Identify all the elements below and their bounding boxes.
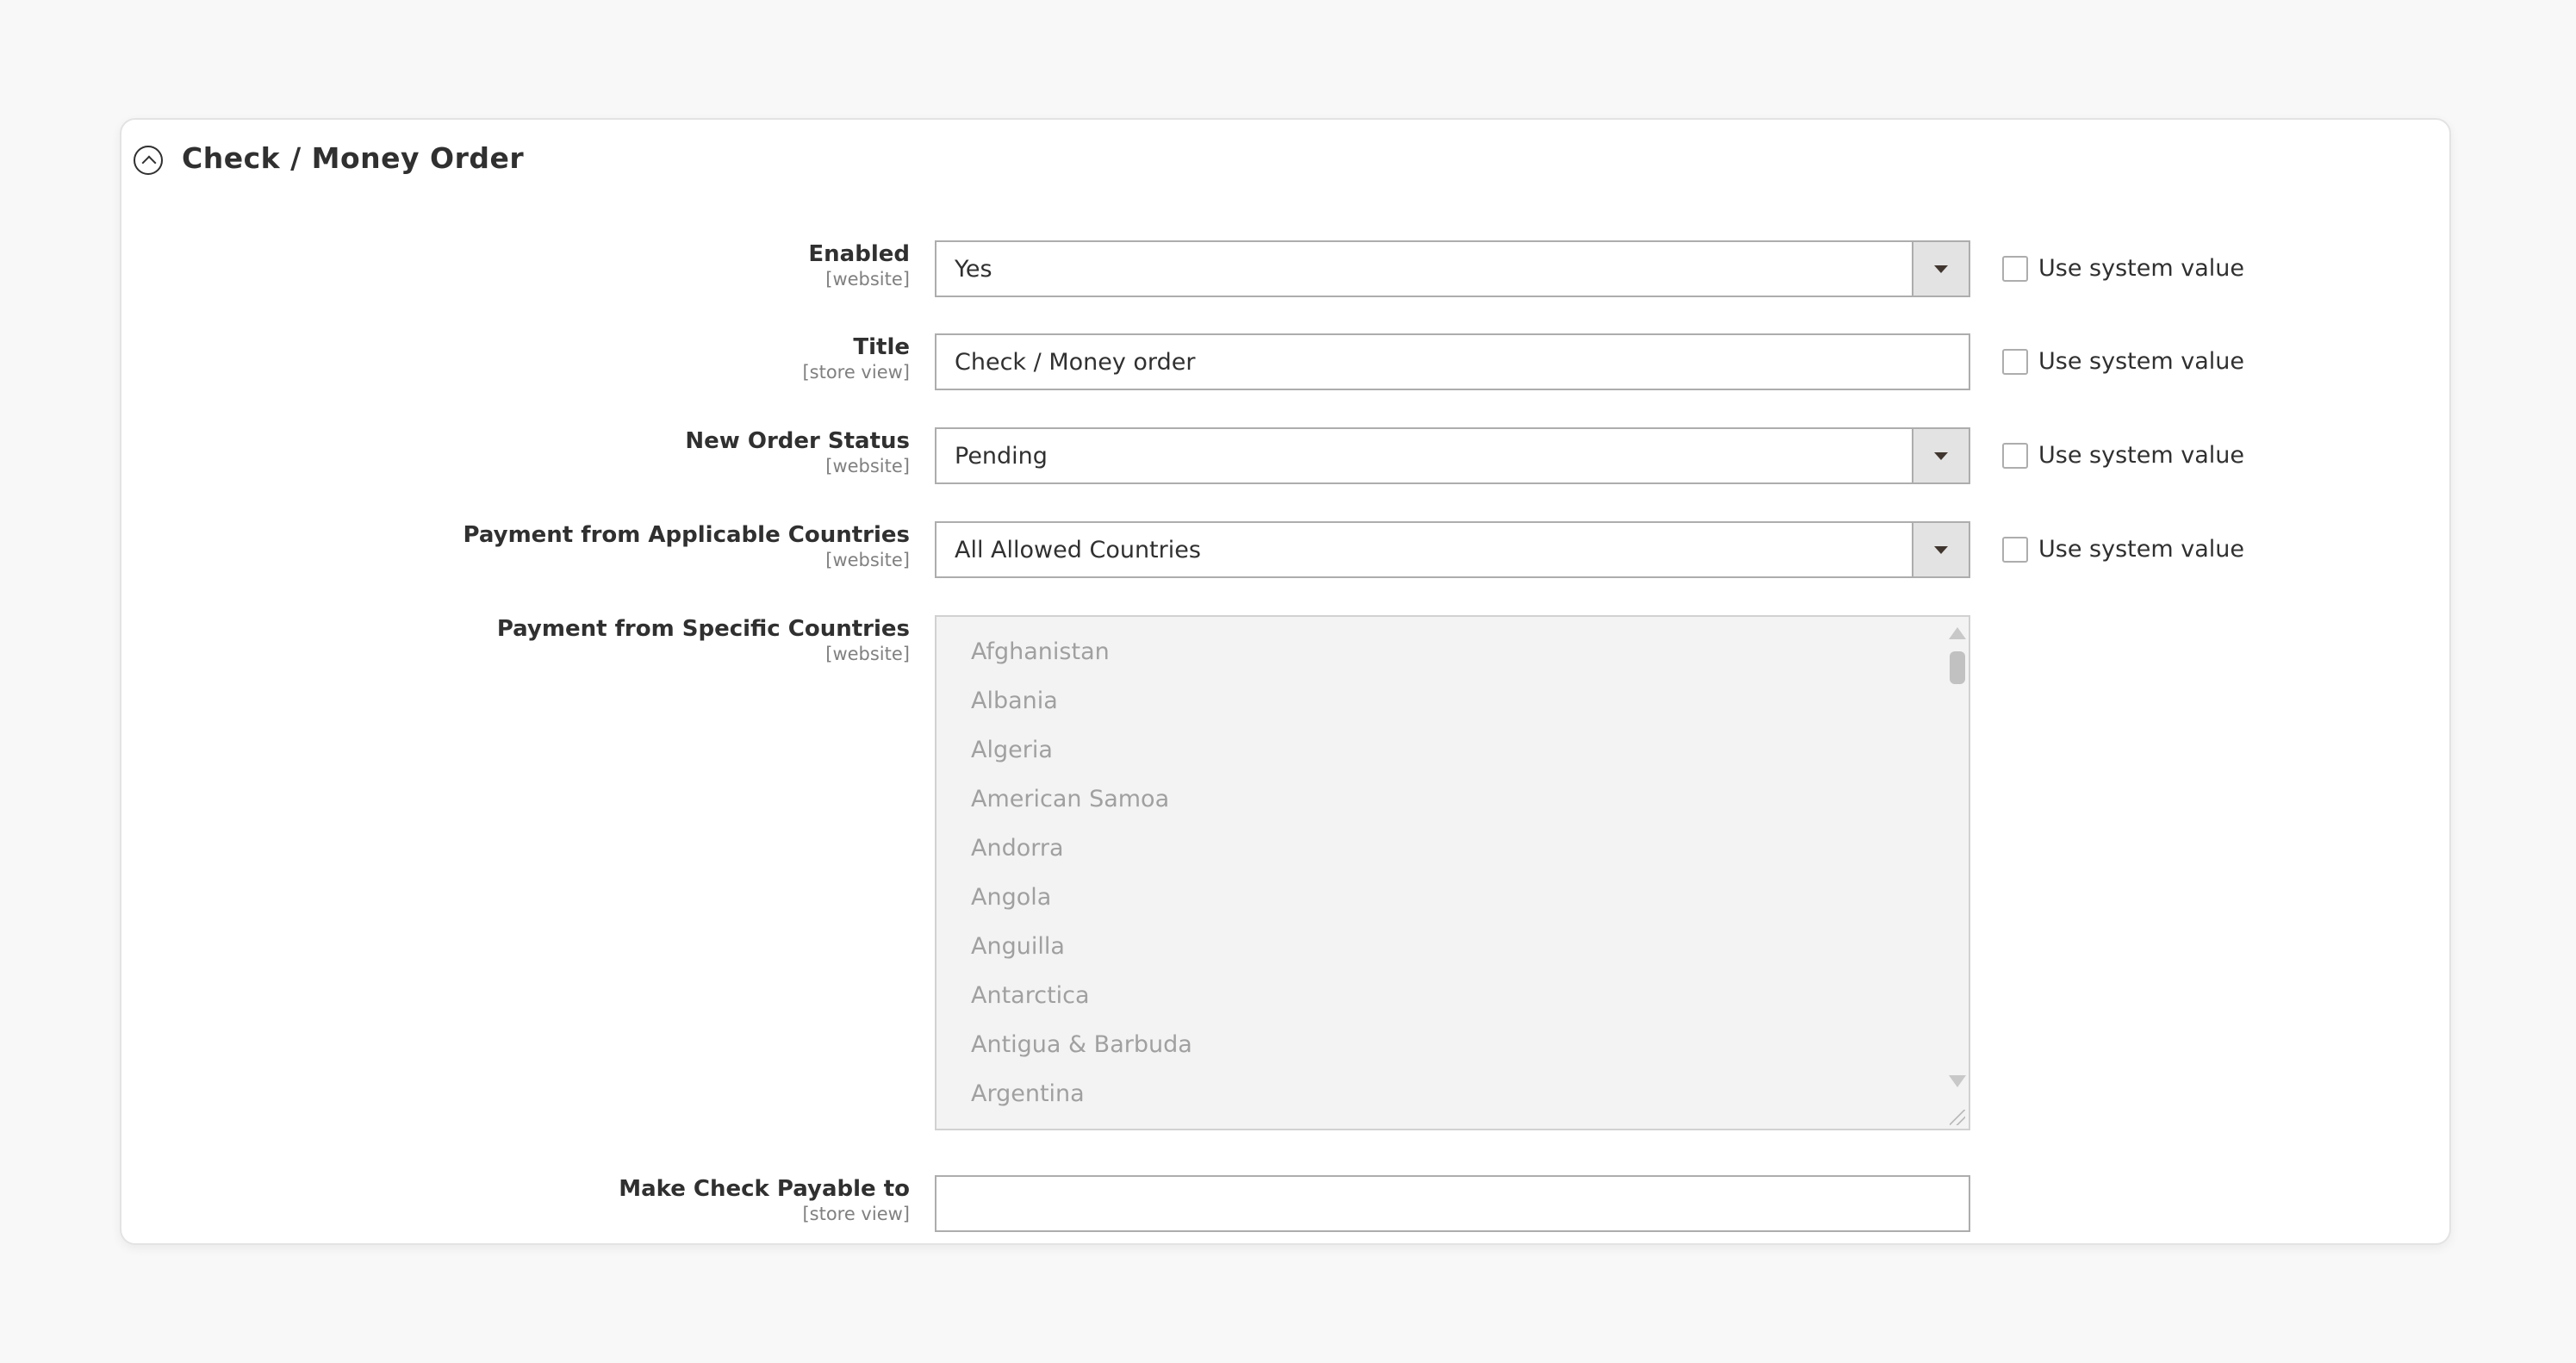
use-system-value-label: Use system value [2038,442,2244,469]
applicable-countries-scope: [website] [825,550,910,570]
country-option[interactable]: Anguilla [936,929,1969,978]
title-label: Title [853,334,910,360]
specific-countries-multiselect[interactable]: Afghanistan Albania Algeria American Sam… [935,615,1970,1130]
title-input[interactable]: Check / Money order [935,333,1970,390]
scroll-up-arrow-icon[interactable] [1949,627,1966,639]
country-option[interactable]: Argentina [936,1076,1969,1125]
country-option[interactable]: Albania [936,683,1969,732]
scroll-thumb[interactable] [1950,651,1965,684]
dropdown-arrow-icon[interactable] [1912,242,1969,296]
new-order-status-use-system-checkbox[interactable] [2002,442,2028,469]
payable-to-label: Make Check Payable to [619,1176,910,1202]
field-label-group: Payment from Specific Countries [website… [307,615,910,665]
title-use-system-checkbox[interactable] [2002,348,2028,375]
title-input-value: Check / Money order [955,348,1196,376]
collapse-chevron-up-icon[interactable] [134,146,163,175]
applicable-countries-label: Payment from Applicable Countries [463,522,910,548]
applicable-countries-select[interactable]: All Allowed Countries [935,521,1970,578]
scroll-down-arrow-icon[interactable] [1949,1075,1966,1087]
check-money-order-panel: Check / Money Order Enabled [website] Ye… [120,118,2451,1245]
use-system-value-label: Use system value [2038,348,2244,375]
country-option[interactable]: Antigua & Barbuda [936,1027,1969,1076]
dropdown-arrow-icon[interactable] [1912,429,1969,482]
enabled-label: Enabled [808,241,910,267]
dropdown-arrow-icon[interactable] [1912,523,1969,576]
section-header[interactable]: Check / Money Order [134,132,524,184]
field-label-group: Payment from Applicable Countries [websi… [307,521,910,571]
specific-countries-label: Payment from Specific Countries [496,616,910,642]
use-system-value-label: Use system value [2038,536,2244,563]
payable-to-input[interactable] [935,1175,1970,1232]
enabled-scope: [website] [825,269,910,289]
resize-grip-icon[interactable] [1950,1110,1965,1125]
field-label-group: Enabled [website] [307,240,910,290]
country-option[interactable]: Andorra [936,831,1969,880]
field-label-group: Title [store view] [307,333,910,383]
country-option[interactable]: Afghanistan [936,634,1969,683]
country-options-list: Afghanistan Albania Algeria American Sam… [936,617,1969,1125]
payable-to-scope: [store view] [802,1204,910,1224]
field-label-group: New Order Status [website] [307,427,910,477]
country-option[interactable]: American Samoa [936,781,1969,831]
applicable-countries-use-system-value[interactable]: Use system value [2002,536,2244,563]
new-order-status-label: New Order Status [685,428,910,454]
specific-countries-scope: [website] [825,644,910,664]
enabled-select[interactable]: Yes [935,240,1970,297]
vertical-scrollbar[interactable] [1939,617,1969,1129]
new-order-status-use-system-value[interactable]: Use system value [2002,442,2244,469]
new-order-status-select[interactable]: Pending [935,427,1970,484]
new-order-status-selected-value: Pending [955,442,1048,470]
enabled-selected-value: Yes [955,255,992,283]
section-title: Check / Money Order [182,140,525,175]
title-use-system-value[interactable]: Use system value [2002,348,2244,375]
country-option[interactable]: Algeria [936,732,1969,781]
country-option[interactable]: Antarctica [936,978,1969,1027]
enabled-use-system-checkbox[interactable] [2002,255,2028,282]
title-scope: [store view] [802,362,910,383]
new-order-status-scope: [website] [825,456,910,476]
enabled-use-system-value[interactable]: Use system value [2002,255,2244,282]
use-system-value-label: Use system value [2038,255,2244,282]
country-option[interactable]: Angola [936,880,1969,929]
field-label-group: Make Check Payable to [store view] [307,1175,910,1225]
applicable-countries-use-system-checkbox[interactable] [2002,536,2028,563]
applicable-countries-selected-value: All Allowed Countries [955,536,1201,563]
